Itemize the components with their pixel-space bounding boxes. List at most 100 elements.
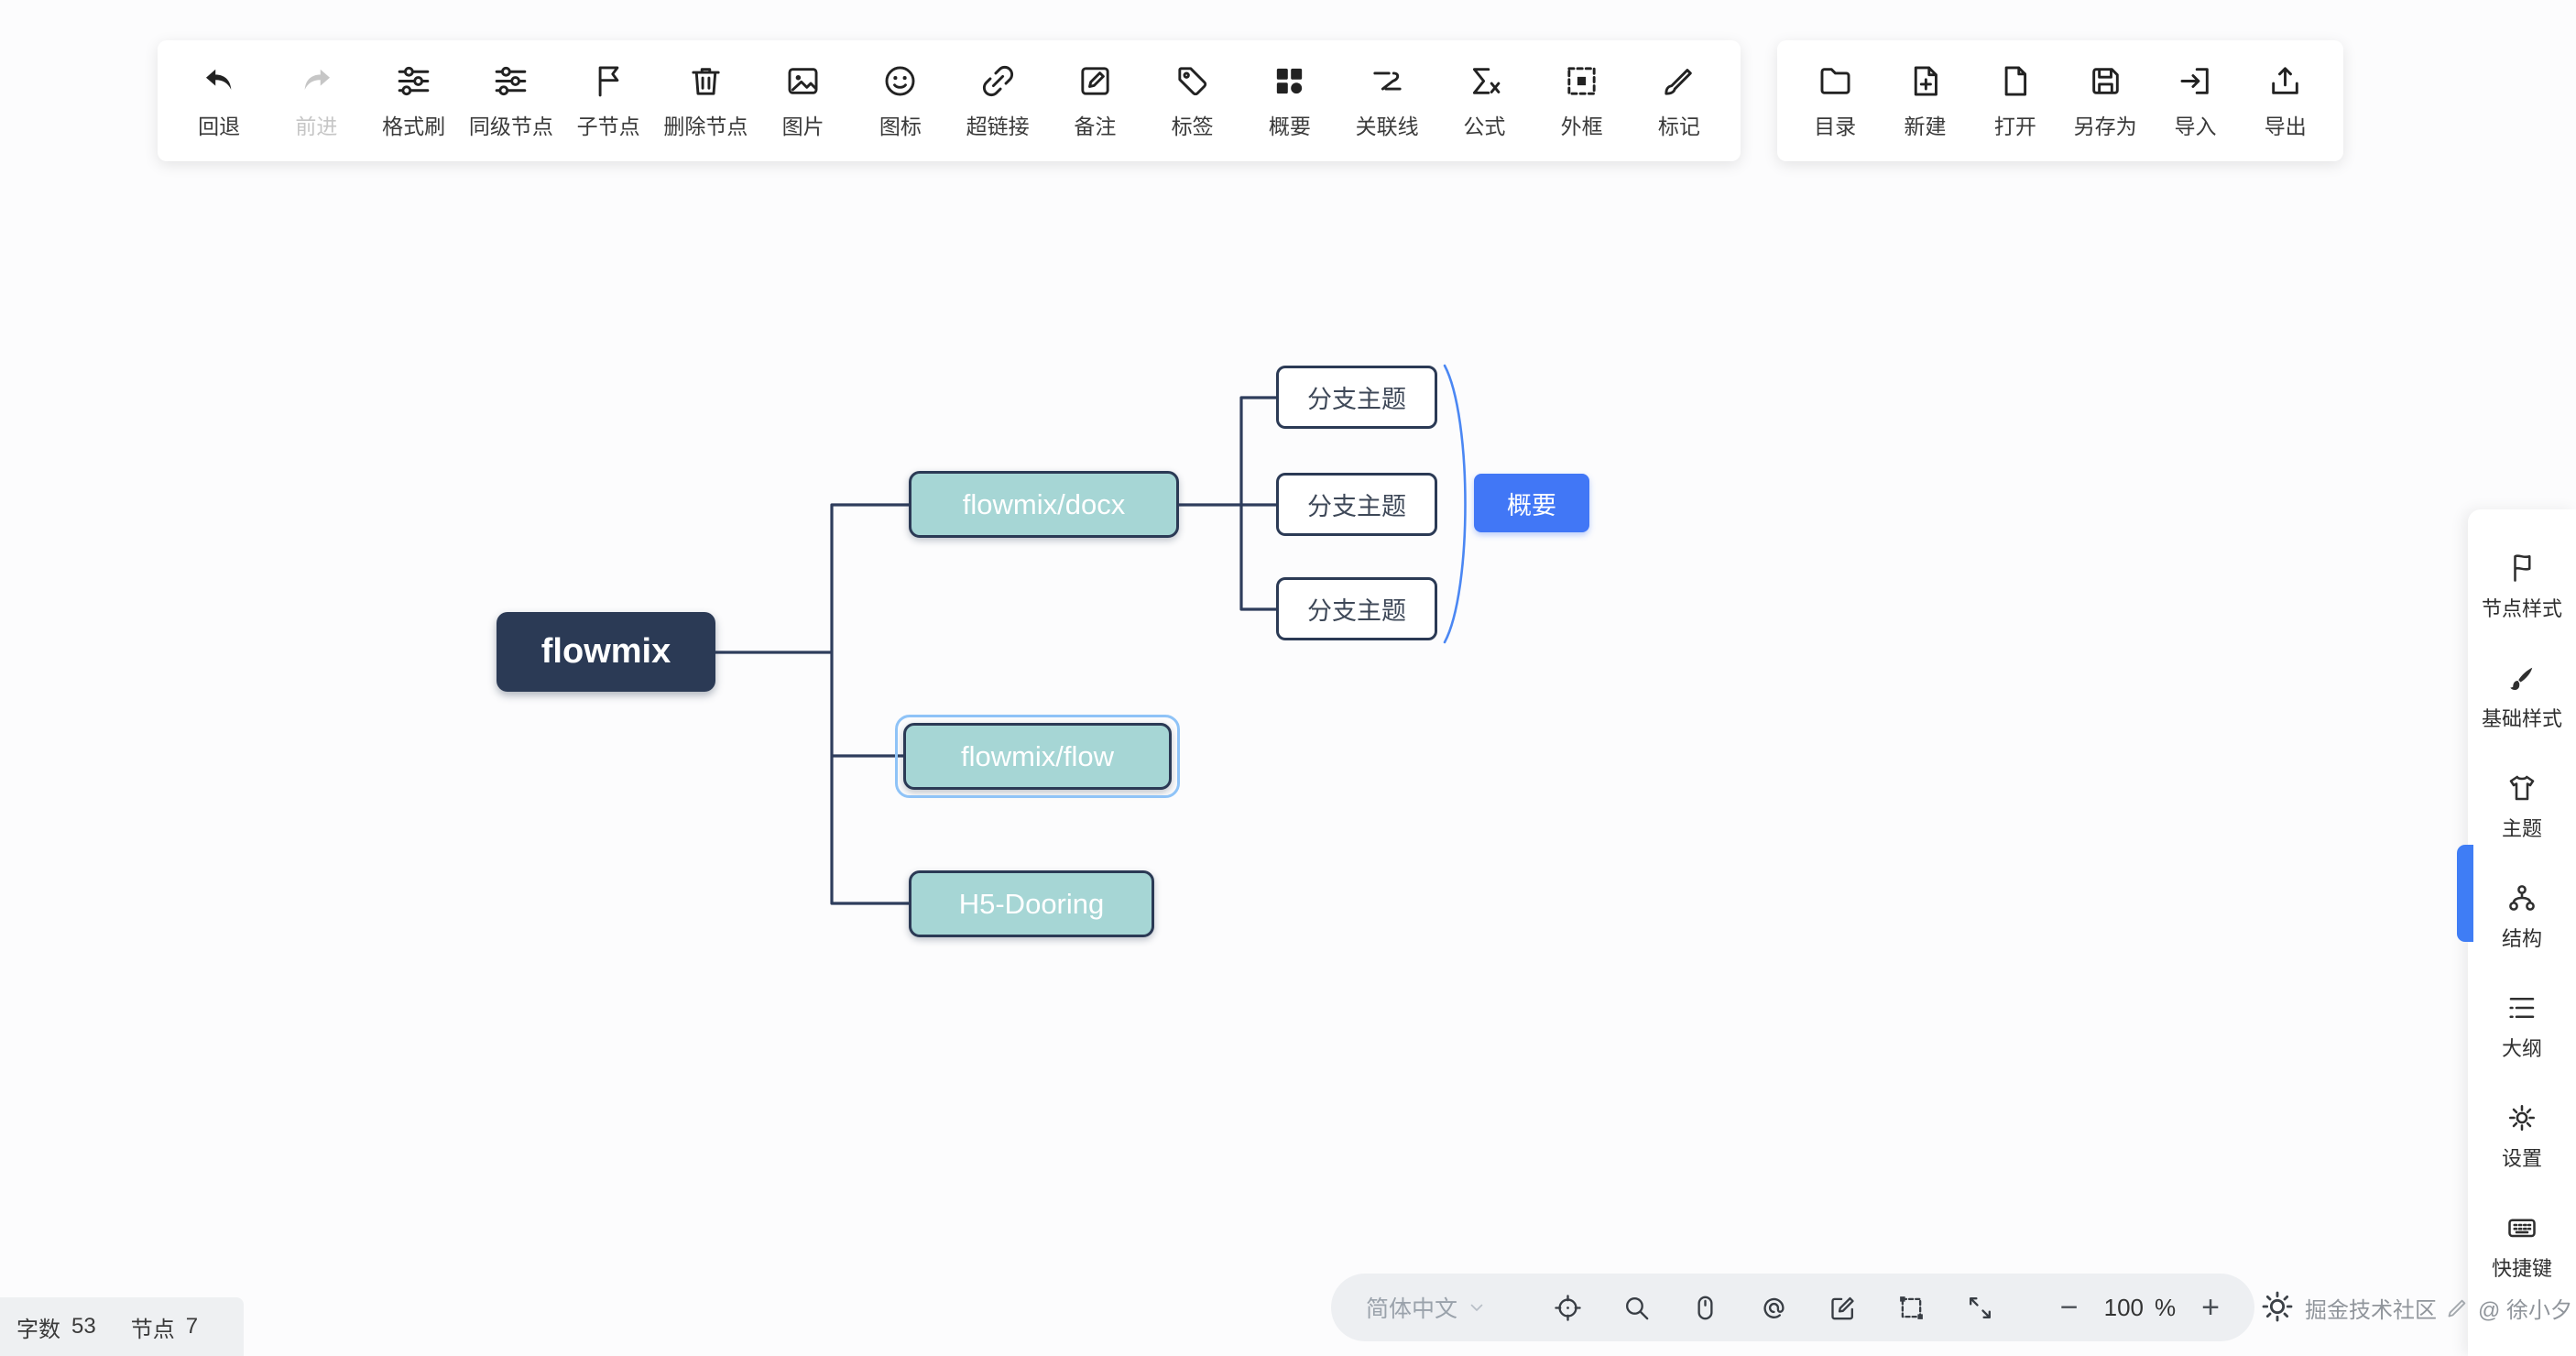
sun-icon (2259, 1288, 2296, 1325)
grid-icon (1271, 62, 1308, 100)
mention-button[interactable] (1759, 1293, 1789, 1323)
sidebar-item-node-style[interactable]: 节点样式 (2468, 531, 2576, 641)
save-as-label: 另存为 (2074, 109, 2137, 140)
formula-button[interactable]: 公式 (1435, 62, 1533, 140)
chevron-down-icon (1466, 1296, 1488, 1318)
locate-button[interactable] (1553, 1293, 1583, 1323)
undo-button[interactable]: 回退 (170, 62, 267, 140)
note-label: 备注 (1074, 109, 1116, 140)
relation-line-icon (1369, 62, 1406, 100)
sidebar-item-label: 基础样式 (2482, 703, 2562, 732)
language-selector[interactable]: 简体中文 (1366, 1291, 1488, 1324)
delete-node-button[interactable]: 删除节点 (657, 62, 754, 140)
mark-label: 标记 (1658, 109, 1700, 140)
sidebar-item-label: 大纲 (2502, 1033, 2542, 1062)
child-node-label: 子节点 (577, 109, 640, 140)
tshirt-icon (2505, 771, 2538, 804)
sidebar-item-label: 设置 (2502, 1143, 2542, 1172)
import-button[interactable]: 导入 (2150, 62, 2240, 140)
sidebar-item-theme[interactable]: 主题 (2468, 751, 2576, 861)
gear-icon (2505, 1101, 2538, 1134)
sidebar-item-label: 结构 (2502, 923, 2542, 952)
sidebar-item-structure[interactable]: 结构 (2468, 861, 2576, 971)
mindmap-links (0, 0, 2576, 1356)
open-file-button[interactable]: 打开 (1970, 62, 2060, 140)
file-toolbar: 目录 新建 打开 另存为 导入 导出 (1777, 40, 2343, 161)
summary-node-text: 概要 (1507, 486, 1556, 521)
main-toolbar: 回退 前进 格式刷 同级节点 子节点 删除节点 图片 图标 超链接 备注 标签 (158, 40, 1741, 161)
sidebar-item-outline[interactable]: 大纲 (2468, 971, 2576, 1081)
child-node-button[interactable]: 子节点 (560, 62, 657, 140)
format-painter-button[interactable]: 格式刷 (366, 62, 463, 140)
undo-label: 回退 (198, 109, 240, 140)
undo-icon (201, 62, 238, 100)
mouse-mode-button[interactable] (1690, 1293, 1720, 1323)
search-icon (1621, 1293, 1652, 1323)
mark-button[interactable]: 标记 (1631, 62, 1728, 140)
fullscreen-button[interactable] (1965, 1293, 1995, 1323)
active-panel-indicator[interactable] (2457, 845, 2473, 942)
new-file-button[interactable]: 新建 (1880, 62, 1970, 140)
edit-mode-button[interactable] (1828, 1293, 1858, 1323)
directory-button[interactable]: 目录 (1790, 62, 1880, 140)
brush-icon (2505, 662, 2538, 694)
word-count-label: 字数 (16, 1311, 60, 1343)
image-icon (784, 62, 822, 100)
branch-node[interactable]: 分支主题 (1276, 473, 1437, 536)
keyboard-icon (2505, 1211, 2538, 1244)
child-node-flow-selected[interactable]: flowmix/flow (903, 723, 1172, 790)
delete-node-label: 删除节点 (663, 109, 748, 140)
export-button[interactable]: 导出 (2241, 62, 2330, 140)
root-node[interactable]: flowmix (497, 612, 715, 692)
sibling-node-button[interactable]: 同级节点 (463, 62, 560, 140)
outer-frame-button[interactable]: 外框 (1534, 62, 1631, 140)
pennant-icon (2505, 552, 2538, 585)
marker-pen-icon (1660, 62, 1697, 100)
icon-button[interactable]: 图标 (852, 62, 949, 140)
format-painter-label: 格式刷 (382, 109, 445, 140)
redo-button[interactable]: 前进 (267, 62, 365, 140)
search-button[interactable] (1621, 1293, 1652, 1323)
image-button[interactable]: 图片 (755, 62, 852, 140)
summary-node[interactable]: 概要 (1474, 474, 1589, 532)
sidebar-item-basic-style[interactable]: 基础样式 (2468, 641, 2576, 751)
icon-label: 图标 (879, 109, 922, 140)
trash-icon (687, 62, 725, 100)
mouse-icon (1690, 1293, 1720, 1323)
file-icon (1996, 62, 2034, 100)
branch-node-text: 分支主题 (1307, 487, 1406, 522)
save-as-button[interactable]: 另存为 (2060, 62, 2150, 140)
note-button[interactable]: 备注 (1046, 62, 1143, 140)
formula-sigma-icon (1466, 62, 1503, 100)
summary-button[interactable]: 概要 (1241, 62, 1338, 140)
relation-line-button[interactable]: 关联线 (1338, 62, 1435, 140)
relation-line-label: 关联线 (1356, 109, 1419, 140)
zoom-controls: − 100 % + (2060, 1292, 2220, 1323)
child-node-text: flowmix/flow (961, 740, 1114, 773)
sidebar-item-label: 主题 (2502, 813, 2542, 842)
brightness-button[interactable] (2259, 1288, 2303, 1332)
zoom-in-button[interactable]: + (2201, 1292, 2220, 1323)
hyperlink-button[interactable]: 超链接 (949, 62, 1046, 140)
child-node-docx[interactable]: flowmix/docx (909, 471, 1179, 538)
branch-node[interactable]: 分支主题 (1276, 577, 1437, 640)
select-mode-button[interactable] (1896, 1293, 1927, 1323)
word-count-value: 53 (71, 1314, 96, 1340)
canvas-toolbar: 简体中文 − 100 % + (1331, 1274, 2254, 1341)
link-icon (979, 62, 1017, 100)
sidebar-item-shortcuts[interactable]: 快捷键 (2468, 1191, 2576, 1301)
branch-node[interactable]: 分支主题 (1276, 366, 1437, 429)
zoom-out-button[interactable]: − (2060, 1292, 2079, 1323)
child-node-flag-icon (590, 62, 628, 100)
export-label: 导出 (2265, 109, 2307, 140)
note-icon (1076, 62, 1114, 100)
import-icon (2177, 62, 2214, 100)
folder-icon (1817, 62, 1854, 100)
child-node-h5-dooring[interactable]: H5-Dooring (909, 870, 1154, 937)
file-plus-icon (1906, 62, 1944, 100)
watermark-author-text: @ 徐小夕 (2478, 1292, 2572, 1324)
export-icon (2266, 62, 2304, 100)
tag-button[interactable]: 标签 (1144, 62, 1241, 140)
sidebar-item-settings[interactable]: 设置 (2468, 1081, 2576, 1191)
child-node-text: flowmix/docx (963, 488, 1125, 521)
